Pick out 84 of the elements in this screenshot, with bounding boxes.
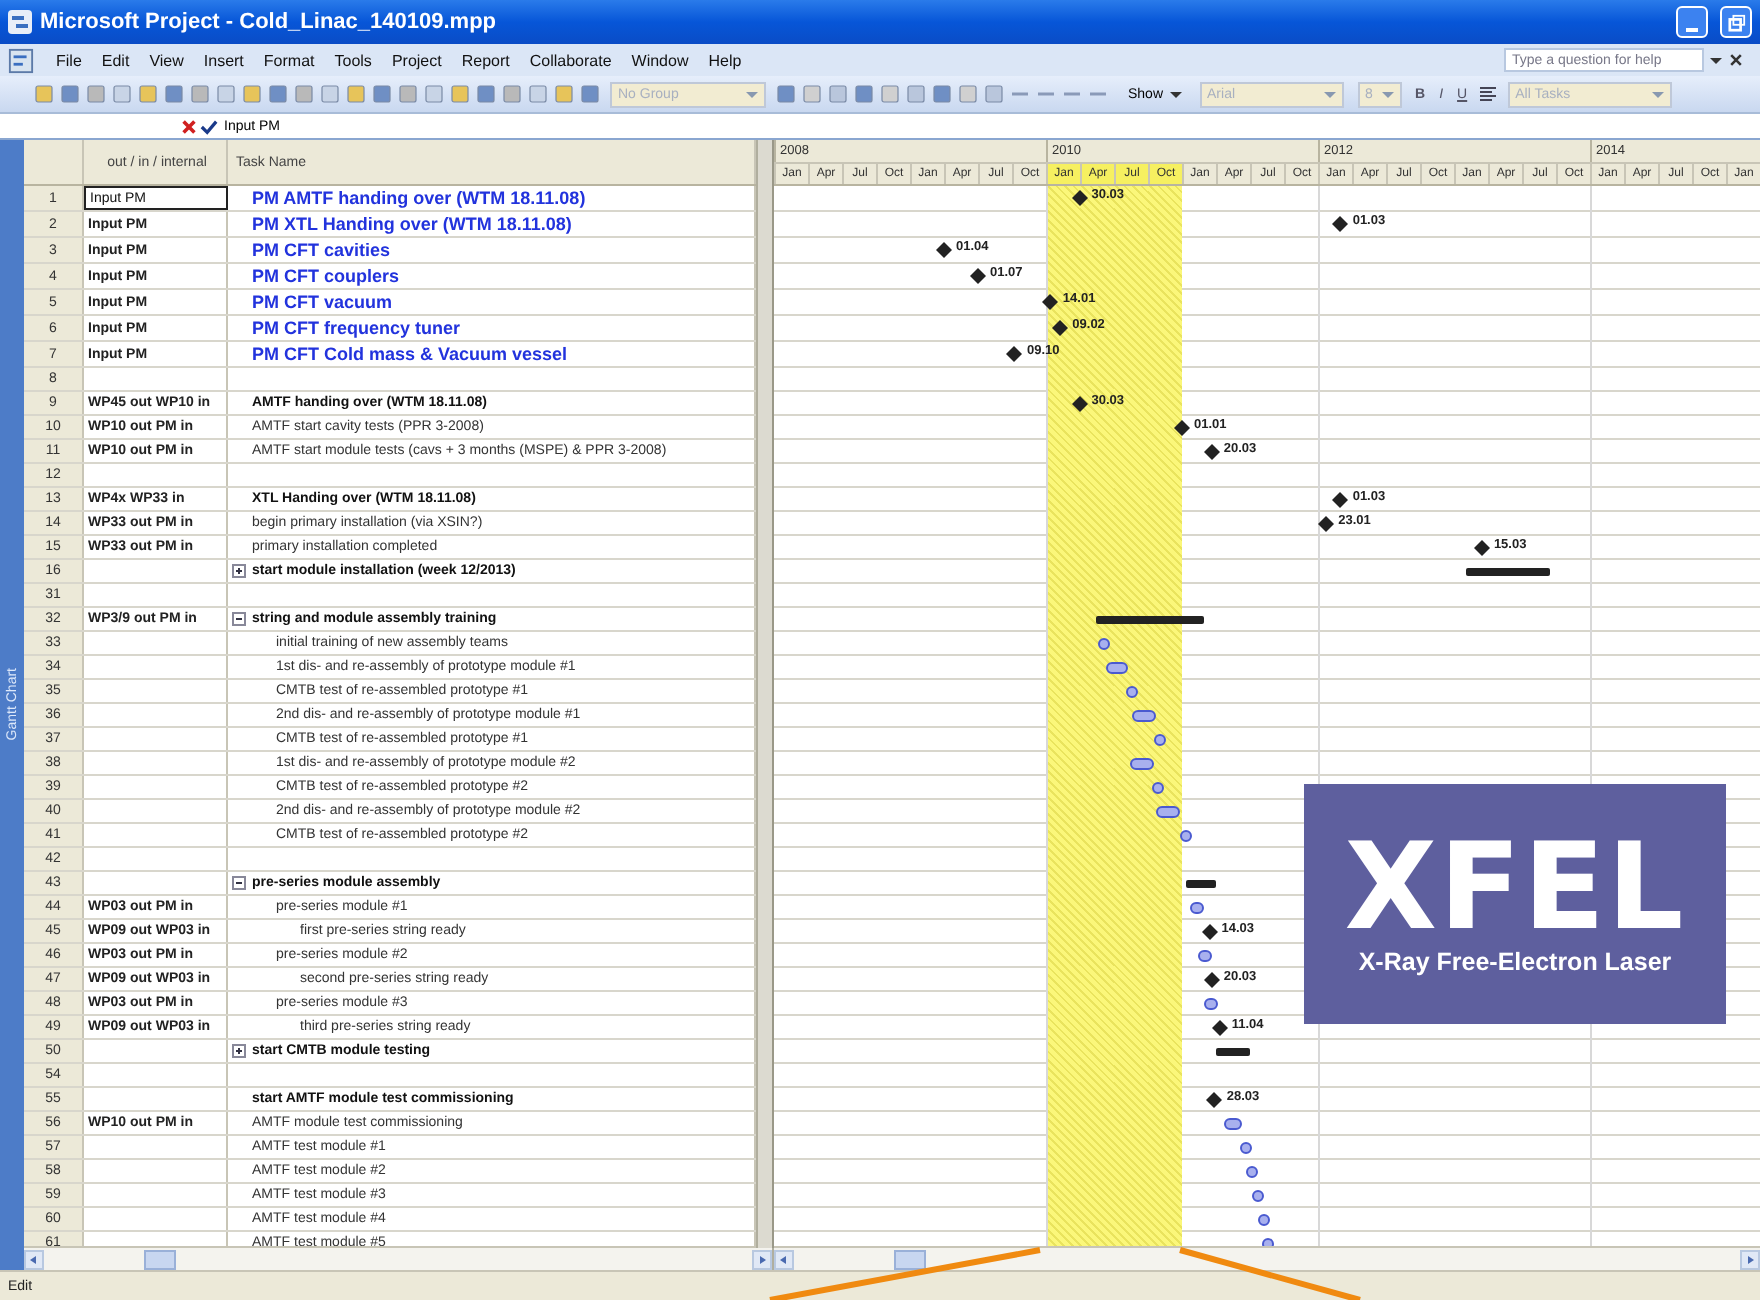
task-bar[interactable] xyxy=(1130,758,1154,770)
expander-icon[interactable] xyxy=(232,564,246,578)
align-icon[interactable] xyxy=(1475,82,1500,106)
toolbar-icon[interactable] xyxy=(774,82,798,106)
menu-item[interactable]: Help xyxy=(698,51,752,69)
close-icon[interactable] xyxy=(1728,52,1744,68)
caret-icon[interactable] xyxy=(1710,57,1722,63)
milestone-marker[interactable] xyxy=(1203,444,1220,460)
toolbar-icon[interactable] xyxy=(266,82,290,106)
scroll-right-button[interactable] xyxy=(752,1249,772,1269)
right-arrow-icon xyxy=(1744,1253,1756,1265)
window-title: Microsoft Project - Cold_Linac_140109.mpp xyxy=(40,10,497,34)
menu-item[interactable]: View xyxy=(139,51,194,69)
task-bar[interactable] xyxy=(1132,710,1156,722)
milestone-marker[interactable] xyxy=(1211,1020,1228,1036)
scroll-thumb[interactable] xyxy=(894,1249,926,1269)
left-arrow-icon xyxy=(28,1253,40,1265)
toolbar-icon[interactable] xyxy=(370,82,394,106)
task-bar[interactable] xyxy=(1189,902,1205,914)
task-name: PM CFT frequency tuner xyxy=(252,318,461,338)
toolbar-icon[interactable] xyxy=(474,82,498,106)
milestone-marker[interactable] xyxy=(1203,972,1220,988)
toolbar-icon[interactable] xyxy=(58,82,82,106)
milestone-marker[interactable] xyxy=(1201,924,1218,940)
toolbar-icon[interactable] xyxy=(578,82,602,106)
milestone-marker[interactable] xyxy=(1071,396,1088,412)
task-name: PM CFT cavities xyxy=(252,240,391,260)
cancel-icon[interactable] xyxy=(180,117,198,135)
milestone-marker[interactable] xyxy=(936,242,952,258)
scroll-right-button[interactable] xyxy=(1740,1249,1760,1269)
restore-icon xyxy=(1727,13,1745,31)
task-name: PM AMTF handing over (WTM 18.11.08) xyxy=(252,188,586,208)
check-icon[interactable] xyxy=(200,117,218,135)
menu-item[interactable]: Collaborate xyxy=(519,51,622,69)
milestone-marker[interactable] xyxy=(1052,320,1069,336)
milestone-marker[interactable] xyxy=(1473,540,1490,556)
logo-title: XFEL xyxy=(1344,832,1686,944)
menu-item[interactable]: Project xyxy=(381,51,452,69)
milestone-marker[interactable] xyxy=(1006,346,1023,362)
app-icon xyxy=(8,10,32,34)
scroll-thumb[interactable] xyxy=(144,1249,176,1269)
menu-item[interactable]: Format xyxy=(253,51,325,69)
menu-item[interactable]: Window xyxy=(621,51,699,69)
expander-icon[interactable] xyxy=(232,876,246,890)
milestone-marker[interactable] xyxy=(970,268,986,284)
toolbar-icon[interactable] xyxy=(162,82,186,106)
menu-item[interactable]: Report xyxy=(451,51,520,69)
task-bar[interactable] xyxy=(1257,1214,1270,1226)
task-bar[interactable] xyxy=(1245,1166,1258,1178)
task-bar[interactable] xyxy=(1240,1142,1253,1154)
task-bar[interactable] xyxy=(1223,1118,1242,1130)
toolbar-icon[interactable] xyxy=(852,82,876,106)
expander-icon[interactable] xyxy=(232,612,246,626)
expander-icon[interactable] xyxy=(232,1044,246,1058)
menu-item[interactable]: Tools xyxy=(324,51,382,69)
milestone-marker[interactable] xyxy=(1174,420,1190,436)
milestone-marker[interactable] xyxy=(1206,1092,1223,1108)
milestone-marker[interactable] xyxy=(1332,492,1349,508)
toolbar-icon[interactable] xyxy=(930,82,954,106)
task-name: PM CFT couplers xyxy=(252,266,400,286)
task-name: PM CFT Cold mass & Vacuum vessel xyxy=(252,344,568,364)
task-bar[interactable] xyxy=(1251,1190,1264,1202)
task-name: PM CFT vacuum xyxy=(252,292,393,312)
task-bar[interactable] xyxy=(1204,998,1218,1010)
menu-item[interactable]: Insert xyxy=(193,51,254,69)
document-icon[interactable] xyxy=(8,47,34,73)
menu-item[interactable]: File xyxy=(46,51,92,69)
minimize-icon xyxy=(1686,28,1698,32)
task-bar[interactable] xyxy=(1106,662,1129,674)
menu-item[interactable]: Edit xyxy=(91,51,140,69)
milestone-marker[interactable] xyxy=(1332,216,1349,232)
right-arrow-icon xyxy=(756,1253,768,1265)
scroll-left-button[interactable] xyxy=(24,1249,44,1269)
scroll-left-button[interactable] xyxy=(774,1249,794,1269)
minimize-button[interactable] xyxy=(1676,6,1708,38)
restore-button[interactable] xyxy=(1720,6,1752,38)
milestone-marker[interactable] xyxy=(1042,294,1059,310)
task-bar[interactable] xyxy=(1198,950,1212,962)
milestone-marker[interactable] xyxy=(1318,516,1335,532)
logo-subtitle: X-Ray Free-Electron Laser xyxy=(1358,948,1672,976)
left-arrow-icon xyxy=(778,1253,790,1265)
task-name: PM XTL Handing over (WTM 18.11.08) xyxy=(252,214,572,234)
milestone-marker[interactable] xyxy=(1071,190,1088,206)
summary-bar[interactable] xyxy=(1185,880,1216,888)
